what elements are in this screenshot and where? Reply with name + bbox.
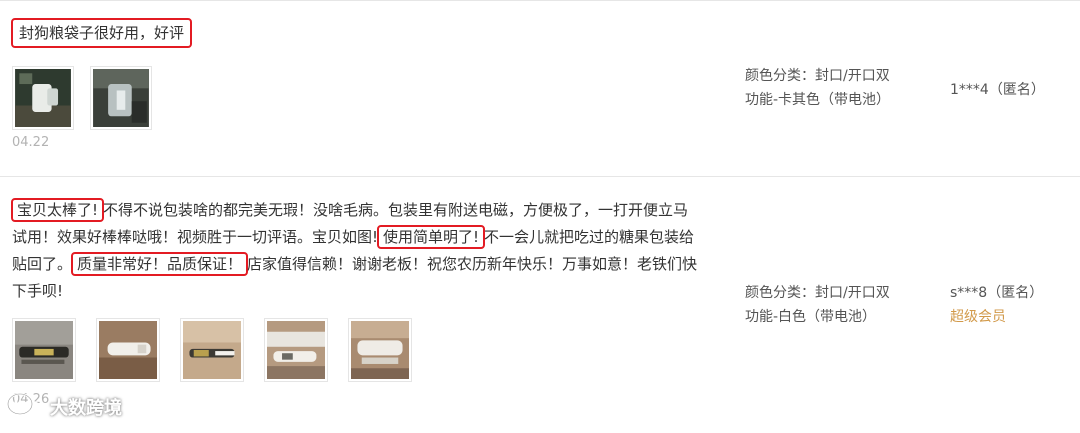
product-photo-sealer-hand-icon [183, 321, 241, 379]
product-photo-white-stick-icon [99, 321, 157, 379]
review-image-thumbnail[interactable] [348, 318, 412, 382]
product-photo-dark-clip-icon [15, 321, 73, 379]
reviewer-info: s***8（匿名） 超级会员 [950, 281, 1043, 329]
product-photo-sealer-top-icon [267, 321, 325, 379]
review-image-thumbnail[interactable] [180, 318, 244, 382]
review-content: 宝贝太棒了! 不得不说包装啥的都完美无瑕！没啥毛病。包装里有附送电磁，方便极了，一… [11, 197, 702, 305]
review-image-thumbnail[interactable] [96, 318, 160, 382]
reviewer-name: 1***4（匿名） [950, 82, 1045, 98]
review-item-2: 宝贝太棒了! 不得不说包装啥的都完美无瑕！没啥毛病。包装里有附送电磁，方便极了，一… [0, 177, 1080, 433]
review-image-thumbnail[interactable] [264, 318, 328, 382]
highlighted-text: 质量非常好！品质保证！ [71, 252, 249, 276]
product-photo-sealer-side-icon [351, 321, 409, 379]
sku-line: 功能-卡其色（带电池） [745, 92, 891, 108]
highlighted-text: 宝贝太棒了! [11, 198, 105, 222]
sku-info: 颜色分类：封口/开口双 功能-白色（带电池） [745, 281, 890, 329]
member-level-badge: 超级会员 [950, 309, 1006, 325]
review-content: 封狗粮袋子很好用，好评 [11, 18, 712, 48]
sku-info: 颜色分类：封口/开口双 功能-卡其色（带电池） [745, 64, 890, 112]
sku-line: 颜色分类：封口/开口双 [745, 68, 890, 84]
review-image-thumbnail[interactable] [12, 318, 76, 382]
highlighted-text: 封狗粮袋子很好用，好评 [11, 18, 193, 48]
review-images [12, 318, 412, 382]
watermark: 大数跨境 [6, 392, 122, 422]
sku-line: 功能-白色（带电池） [745, 309, 877, 325]
highlighted-text: 使用简单明了! [377, 225, 486, 249]
reviewer-name: s***8（匿名） [950, 285, 1044, 301]
review-image-thumbnail[interactable] [12, 66, 74, 130]
review-images [12, 66, 152, 130]
review-item-1: 封狗粮袋子很好用，好评 04.22 颜色分类：封口/开口双 功能-卡其色（带电池 [0, 0, 1080, 176]
wechat-bubble-icon [6, 392, 43, 420]
reviewer-info: 1***4（匿名） [950, 78, 1045, 102]
product-photo-gray-clip-icon [93, 69, 149, 127]
review-date: 04.22 [12, 135, 50, 150]
product-photo-white-clip-icon [15, 69, 71, 127]
watermark-text: 大数跨境 [50, 398, 122, 419]
review-image-thumbnail[interactable] [90, 66, 152, 130]
sku-line: 颜色分类：封口/开口双 [745, 285, 890, 301]
